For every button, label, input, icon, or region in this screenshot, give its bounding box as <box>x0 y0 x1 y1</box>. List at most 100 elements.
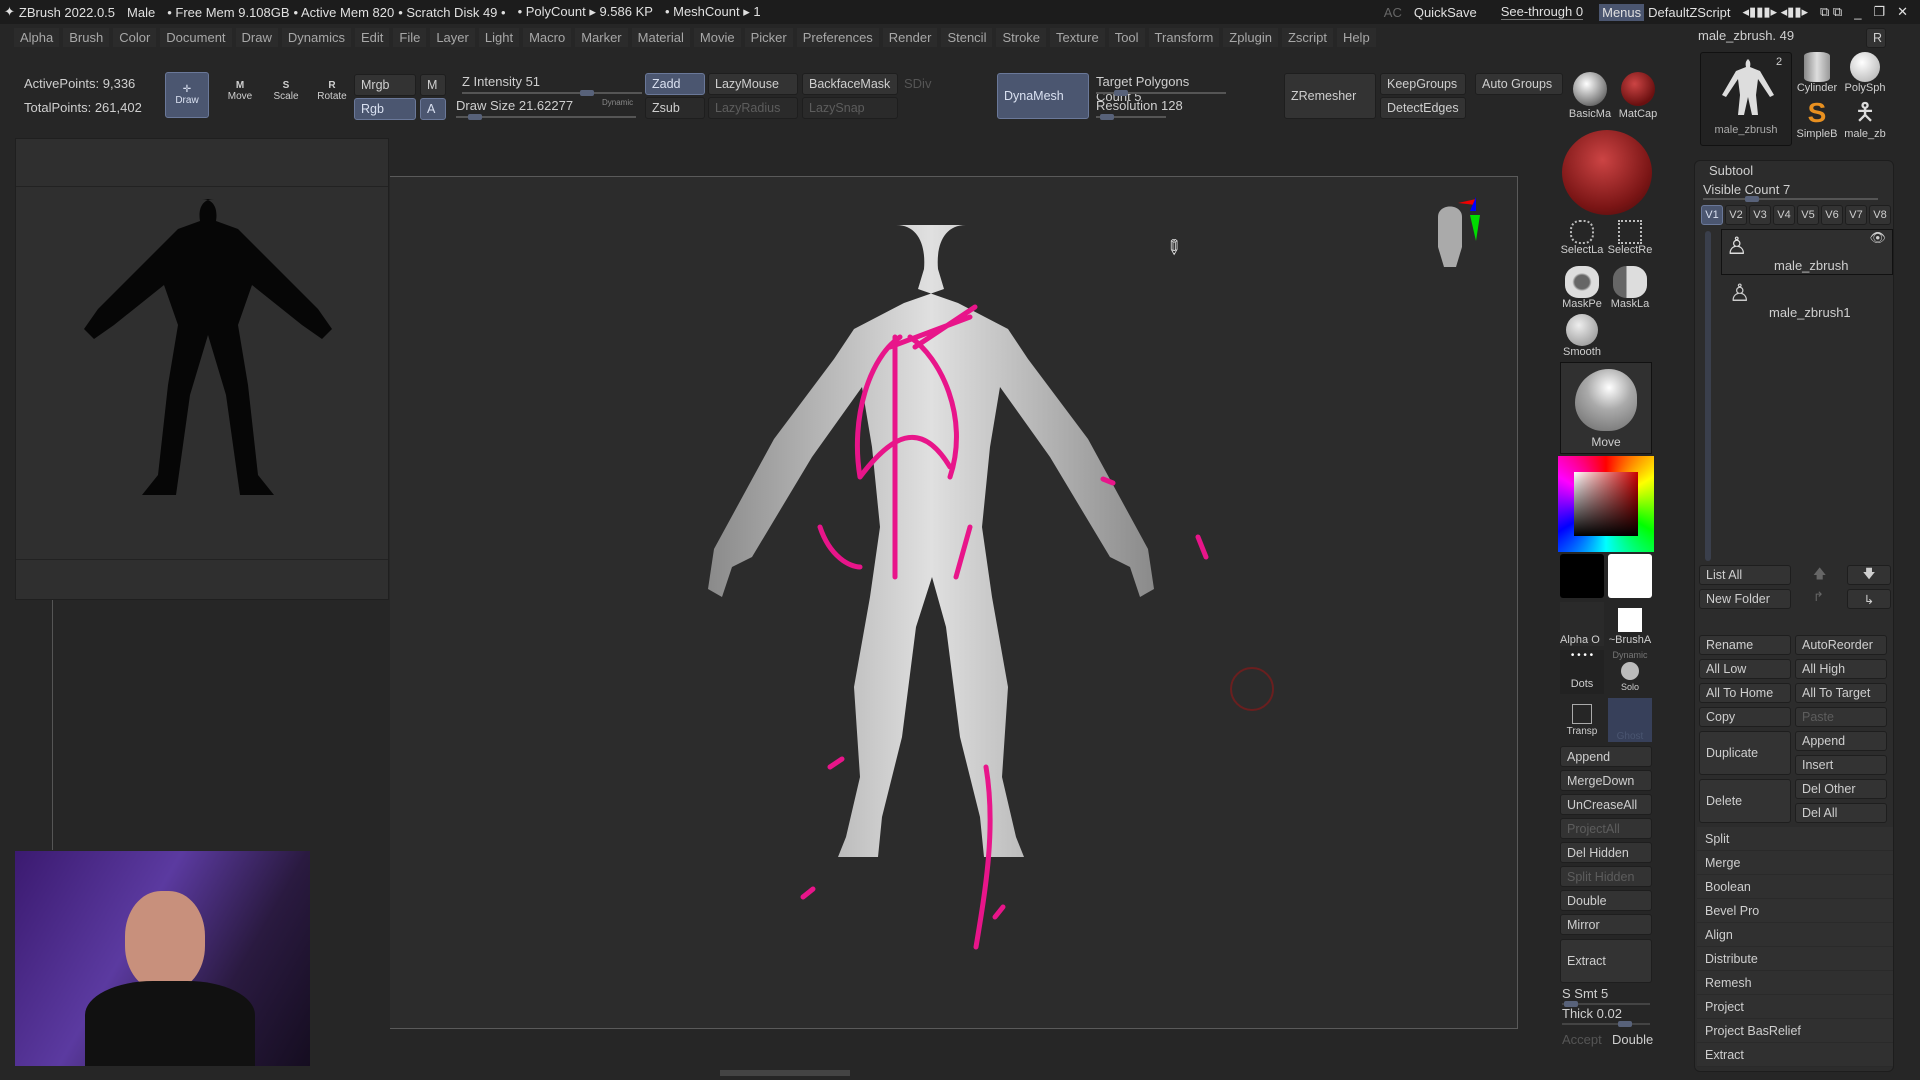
zremesher-button[interactable]: ZRemesher <box>1284 73 1376 119</box>
rgb-button[interactable]: Rgb <box>354 98 416 120</box>
matcap-button[interactable]: MatCap <box>1614 70 1662 120</box>
r-button[interactable]: R <box>1866 28 1886 48</box>
del-other-button[interactable]: Del Other <box>1795 779 1887 799</box>
layout-icon[interactable]: ◂▮▮▮▸ ◂▮▮▸ <box>1743 4 1808 20</box>
menu-texture[interactable]: Texture <box>1050 27 1105 47</box>
dynamesh-button[interactable]: DynaMesh <box>997 73 1089 119</box>
duplicate-button[interactable]: Duplicate <box>1699 731 1791 775</box>
zsub-button[interactable]: Zsub <box>645 97 705 119</box>
menu-color[interactable]: Color <box>113 27 157 47</box>
autogroups-button[interactable]: Auto Groups <box>1475 73 1563 95</box>
tool-thumb-cylinder[interactable]: Cylinder <box>1794 52 1840 94</box>
subtool-scrollbar[interactable] <box>1705 231 1711 561</box>
move-down-icon[interactable]: 🡇 <box>1847 565 1891 585</box>
lazysnap-slider[interactable]: LazySnap <box>802 97 898 119</box>
submenu-bevel-pro[interactable]: Bevel Pro <box>1697 899 1893 923</box>
z-intensity-slider[interactable]: Z Intensity 51 <box>462 74 642 96</box>
material-basic[interactable]: BasicMa <box>1566 70 1614 120</box>
all-high-button[interactable]: All High <box>1795 659 1887 679</box>
default-zscript[interactable]: DefaultZScript <box>1648 5 1730 20</box>
all-to-home-button[interactable]: All To Home <box>1699 683 1791 703</box>
close-icon[interactable]: ✕ <box>1897 4 1908 20</box>
tool-thumb-simplebrush[interactable]: S SimpleB <box>1794 98 1840 141</box>
select-lasso-brush[interactable]: SelectLa <box>1558 220 1606 256</box>
menu-macro[interactable]: Macro <box>523 27 572 47</box>
subtool-item-active[interactable]: ♙ 👁 male_zbrush <box>1721 229 1893 275</box>
scale-button[interactable]: S Scale <box>266 80 306 102</box>
menu-document[interactable]: Document <box>160 27 232 47</box>
tool-mergedown-button[interactable]: MergeDown <box>1560 770 1652 791</box>
menu-alpha[interactable]: Alpha <box>14 27 60 47</box>
menu-preferences[interactable]: Preferences <box>796 27 879 47</box>
copy-button[interactable]: Copy <box>1699 707 1791 727</box>
transp-button[interactable]: Transp <box>1560 698 1604 742</box>
tool-del-hidden-button[interactable]: Del Hidden <box>1560 842 1652 863</box>
restore-icon[interactable]: ❐ <box>1873 4 1885 20</box>
move-button[interactable]: M Move <box>220 80 260 102</box>
menu-tool[interactable]: Tool <box>1108 27 1145 47</box>
subtool-item[interactable]: ♙ male_zbrush1 <box>1721 277 1893 323</box>
tool-mirror-button[interactable]: Mirror <box>1560 914 1652 935</box>
visible-count-slider[interactable]: Visible Count 7 <box>1703 182 1883 202</box>
menu-file[interactable]: File <box>393 27 427 47</box>
append-button[interactable]: Append <box>1795 731 1887 751</box>
smooth-brush[interactable]: Smooth <box>1558 314 1606 358</box>
menu-draw[interactable]: Draw <box>235 27 278 47</box>
bottom-shelf-handle[interactable] <box>720 1070 850 1076</box>
list-all-button[interactable]: List All <box>1699 565 1791 585</box>
insert-button[interactable]: Insert <box>1795 755 1887 775</box>
menu-transform[interactable]: Transform <box>1148 27 1220 47</box>
brush-alpha[interactable]: ~BrushA <box>1606 602 1654 646</box>
menu-material[interactable]: Material <box>631 27 690 47</box>
double-button[interactable]: Double <box>1612 1032 1653 1047</box>
stroke-dots[interactable]: • • • • Dots <box>1560 650 1604 694</box>
navigation-head-gizmo[interactable] <box>1420 197 1480 287</box>
select-rect-brush[interactable]: SelectRe <box>1606 220 1654 256</box>
submenu-project-basrelief[interactable]: Project BasRelief <box>1697 1019 1893 1043</box>
menu-stencil[interactable]: Stencil <box>941 27 993 47</box>
version-tab-v7[interactable]: V7 <box>1845 205 1867 225</box>
tool-append-button[interactable]: Append <box>1560 746 1652 767</box>
thick-slider[interactable]: Thick 0.02 <box>1562 1006 1652 1027</box>
menu-help[interactable]: Help <box>1336 27 1376 47</box>
menu-layer[interactable]: Layer <box>430 27 475 47</box>
submenu-merge[interactable]: Merge <box>1697 851 1893 875</box>
menu-render[interactable]: Render <box>882 27 938 47</box>
menu-zscript[interactable]: Zscript <box>1281 27 1333 47</box>
a-button[interactable]: A <box>420 98 446 120</box>
draw-button[interactable]: ✛ Draw <box>165 72 209 118</box>
version-tab-v2[interactable]: V2 <box>1725 205 1747 225</box>
resolution-slider[interactable]: Resolution 128 <box>1096 98 1226 120</box>
lazymouse-button[interactable]: LazyMouse <box>708 73 798 95</box>
window-switch-icon[interactable]: ⧉ ⧉ <box>1820 4 1842 20</box>
version-tab-v5[interactable]: V5 <box>1797 205 1819 225</box>
secondary-color-swatch[interactable] <box>1608 554 1652 598</box>
version-tab-v1[interactable]: V1 <box>1701 205 1723 225</box>
move-up-icon[interactable]: 🡅 <box>1813 565 1826 587</box>
backfacemask-button[interactable]: BackfaceMask <box>802 73 898 95</box>
all-to-target-button[interactable]: All To Target <box>1795 683 1887 703</box>
submenu-boolean[interactable]: Boolean <box>1697 875 1893 899</box>
tool-thumb-polysphere[interactable]: PolySph <box>1842 52 1888 94</box>
s-smt-slider[interactable]: S Smt 5 <box>1562 986 1652 1007</box>
material-preview-sphere[interactable] <box>1562 130 1652 215</box>
m-button[interactable]: M <box>420 74 446 96</box>
menus-toggle[interactable]: Menus <box>1599 3 1645 21</box>
tool-current[interactable]: male_zbrush. 49 <box>1698 28 1888 43</box>
tool-projectall-button[interactable]: ProjectAll <box>1560 818 1652 839</box>
zadd-button[interactable]: Zadd <box>645 73 705 95</box>
submenu-align[interactable]: Align <box>1697 923 1893 947</box>
menu-movie[interactable]: Movie <box>693 27 741 47</box>
lazyradius-slider[interactable]: LazyRadius <box>708 97 798 119</box>
version-tab-v3[interactable]: V3 <box>1749 205 1771 225</box>
menu-picker[interactable]: Picker <box>744 27 793 47</box>
tool-uncreaseall-button[interactable]: UnCreaseAll <box>1560 794 1652 815</box>
color-picker[interactable] <box>1558 456 1654 552</box>
rename-button[interactable]: Rename <box>1699 635 1791 655</box>
folder-insert-icon[interactable]: ↳ <box>1847 589 1891 609</box>
dynamic-toggle[interactable]: Dynamic <box>602 98 633 107</box>
paste-button[interactable]: Paste <box>1795 707 1887 727</box>
ghost-button[interactable]: Ghost <box>1608 698 1652 742</box>
menu-light[interactable]: Light <box>478 27 520 47</box>
mrgb-button[interactable]: Mrgb <box>354 74 416 96</box>
